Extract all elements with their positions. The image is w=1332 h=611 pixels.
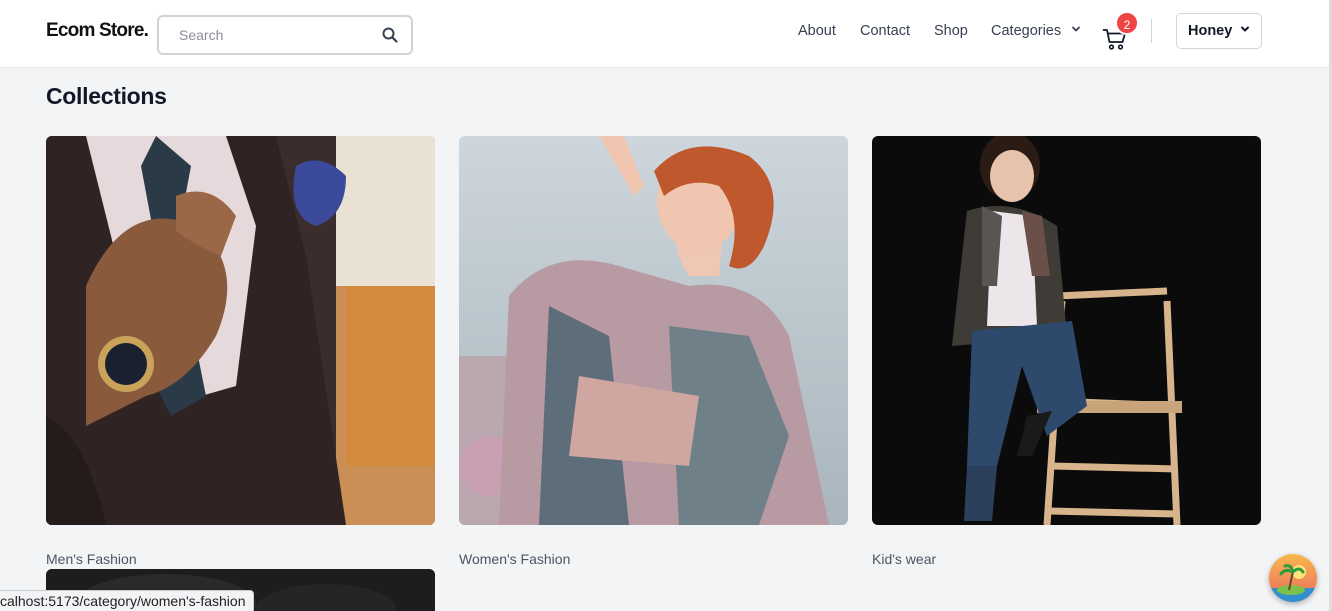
- search-input[interactable]: [159, 17, 369, 53]
- page-title: Collections: [46, 83, 167, 109]
- user-name: Honey: [1188, 23, 1233, 39]
- nav-categories-dropdown[interactable]: Categories: [991, 23, 1081, 39]
- nav-contact-link[interactable]: Contact: [860, 23, 910, 39]
- site-header: Ecom Store. About Contact Shop Categorie…: [0, 0, 1329, 68]
- collection-label-kids-wear[interactable]: Kid's wear: [872, 551, 936, 567]
- search-bar: [157, 15, 413, 55]
- nav-about-link[interactable]: About: [798, 23, 836, 39]
- collection-card-womens-fashion[interactable]: [459, 136, 848, 525]
- user-menu-button[interactable]: Honey: [1176, 13, 1262, 49]
- island-icon: [1269, 554, 1317, 602]
- floating-assistant-button[interactable]: [1269, 554, 1317, 602]
- collection-label-mens-fashion[interactable]: Men's Fashion: [46, 551, 137, 567]
- header-divider: [1151, 19, 1152, 43]
- nav-shop-link[interactable]: Shop: [934, 23, 968, 39]
- browser-status-url: calhost:5173/category/women's-fashion: [0, 590, 255, 611]
- search-icon[interactable]: [381, 26, 399, 44]
- chevron-down-icon: [1241, 26, 1250, 32]
- kids-wear-image: [872, 136, 1261, 525]
- collection-label-womens-fashion[interactable]: Women's Fashion: [459, 551, 570, 567]
- mens-fashion-image: [46, 136, 435, 525]
- nav-categories-label: Categories: [991, 23, 1062, 39]
- womens-fashion-image: [459, 136, 848, 525]
- store-logo[interactable]: Ecom Store.: [46, 20, 149, 42]
- collection-card-mens-fashion[interactable]: [46, 136, 435, 525]
- collection-card-kids-wear[interactable]: [872, 136, 1261, 525]
- cart-count-badge: 2: [1115, 11, 1139, 35]
- chevron-down-icon: [1072, 26, 1081, 32]
